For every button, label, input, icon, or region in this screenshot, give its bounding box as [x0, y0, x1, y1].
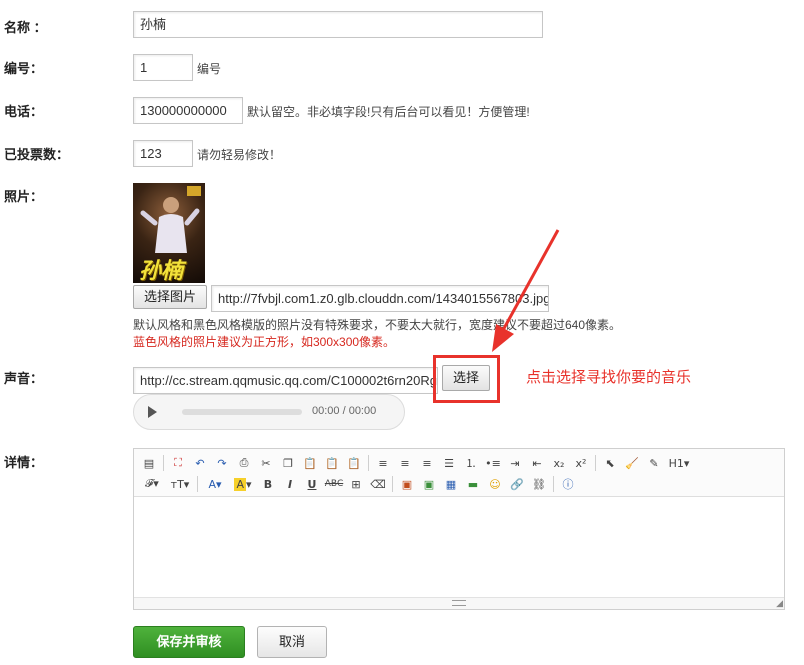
heading-dropdown[interactable]: H1 ▾	[665, 453, 693, 473]
align-center-icon[interactable]: ≡	[394, 453, 416, 473]
annotation-arrow-icon	[492, 229, 560, 352]
select-all-icon[interactable]: ⬉	[599, 453, 621, 473]
superscript-icon[interactable]: x²	[570, 453, 592, 473]
cancel-button[interactable]: 取消	[257, 626, 327, 658]
clear-format-icon[interactable]: 🧹	[621, 453, 643, 473]
sound-label: 声音：	[4, 371, 44, 386]
number-input[interactable]: 1	[133, 54, 193, 81]
redo-icon[interactable]: ↷	[211, 453, 233, 473]
audio-player: 00:00 / 00:00	[133, 394, 405, 430]
name-input[interactable]: 孙楠	[133, 11, 543, 38]
ordered-list-icon[interactable]: ⒈	[460, 453, 482, 473]
paste-word-icon[interactable]: 📋	[343, 453, 365, 473]
sound-url-input[interactable]: http://cc.stream.qqmusic.qq.com/C100002t…	[133, 367, 438, 394]
font-size-icon[interactable]: тT▾	[166, 474, 194, 494]
insert-multi-image-icon[interactable]: ▣	[418, 474, 440, 494]
annotation-text: 点击选择寻找你要的音乐	[526, 369, 692, 386]
play-icon[interactable]	[148, 406, 157, 418]
underline-icon[interactable]: U	[301, 474, 323, 494]
fullscreen-icon[interactable]: ⛶	[167, 453, 189, 473]
emoticon-icon[interactable]: ☺	[484, 474, 506, 494]
subscript-icon[interactable]: x₂	[548, 453, 570, 473]
detail-label: 详情：	[4, 455, 44, 470]
insert-hr-icon[interactable]: ▬	[462, 474, 484, 494]
quick-format-icon[interactable]: ✎	[643, 453, 665, 473]
resize-corner-icon[interactable]: ◢	[776, 598, 783, 609]
select-sound-button[interactable]: 选择	[442, 365, 490, 391]
votes-input[interactable]: 123	[133, 140, 193, 167]
paste-text-icon[interactable]: 📋	[321, 453, 343, 473]
editor-content-area[interactable]	[134, 498, 784, 598]
insert-table-icon[interactable]: ▦	[440, 474, 462, 494]
votes-label: 已投票数：	[4, 147, 70, 162]
photo-logo-text: 孙楠	[139, 258, 184, 283]
paste-icon[interactable]: 📋	[299, 453, 321, 473]
indent-icon[interactable]: ⇥	[504, 453, 526, 473]
font-color-icon[interactable]: A▾	[201, 474, 229, 494]
photo-thumbnail: 孙楠	[133, 183, 205, 283]
unordered-list-icon[interactable]: •≡	[482, 453, 504, 473]
votes-hint: 请勿轻易修改！	[197, 148, 282, 162]
align-right-icon[interactable]: ≡	[416, 453, 438, 473]
align-justify-icon[interactable]: ☰	[438, 453, 460, 473]
phone-input[interactable]: 130000000000	[133, 97, 243, 124]
rich-text-editor: ▤ ⛶ ↶ ↷ ⎙ ✂ ❐ 📋 📋 📋 ≡ ≡ ≡ ☰ ⒈ •≡ ⇥ ⇤ x₂ …	[133, 448, 785, 610]
eraser-icon[interactable]: ⌫	[367, 474, 389, 494]
select-image-button[interactable]: 选择图片	[133, 285, 207, 309]
bold-icon[interactable]: B	[257, 474, 279, 494]
outdent-icon[interactable]: ⇤	[526, 453, 548, 473]
italic-icon[interactable]: I	[279, 474, 301, 494]
name-label: 名称 ：	[4, 20, 47, 35]
phone-label: 电话：	[4, 104, 44, 119]
cut-icon[interactable]: ✂	[255, 453, 277, 473]
number-hint: 编号	[197, 62, 222, 76]
editor-toolbar: ▤ ⛶ ↶ ↷ ⎙ ✂ ❐ 📋 📋 📋 ≡ ≡ ≡ ☰ ⒈ •≡ ⇥ ⇤ x₂ …	[134, 449, 784, 497]
source-icon[interactable]: ▤	[138, 453, 160, 473]
editor-footer: ◢	[134, 597, 784, 609]
align-left-icon[interactable]: ≡	[372, 453, 394, 473]
resize-grip-icon[interactable]	[452, 600, 466, 606]
font-family-icon[interactable]: 𝓕▾	[138, 474, 166, 494]
print-icon[interactable]: ⎙	[233, 453, 255, 473]
copy-icon[interactable]: ❐	[277, 453, 299, 473]
phone-hint: 默认留空。非必填字段!只有后台可以看见！方便管理!	[247, 105, 530, 119]
strikethrough-icon[interactable]: ABC	[323, 474, 345, 494]
unlink-icon[interactable]: ⛓	[528, 474, 550, 494]
undo-icon[interactable]: ↶	[189, 453, 211, 473]
save-and-review-button[interactable]: 保存并审核	[133, 626, 245, 658]
audio-time: 00:00 / 00:00	[312, 405, 377, 417]
photo-label: 照片：	[4, 189, 44, 204]
background-color-icon[interactable]: A ▾	[229, 474, 257, 494]
photo-hint-red: 蓝色风格的照片建议为正方形，如300x300像素。	[133, 335, 396, 349]
help-icon[interactable]: ⓘ	[557, 474, 579, 494]
number-label: 编号：	[4, 61, 44, 76]
insert-image-icon[interactable]: ▣	[396, 474, 418, 494]
audio-progress-track[interactable]	[182, 409, 302, 415]
table-border-icon[interactable]: ⊞	[345, 474, 367, 494]
link-icon[interactable]: 🔗	[506, 474, 528, 494]
